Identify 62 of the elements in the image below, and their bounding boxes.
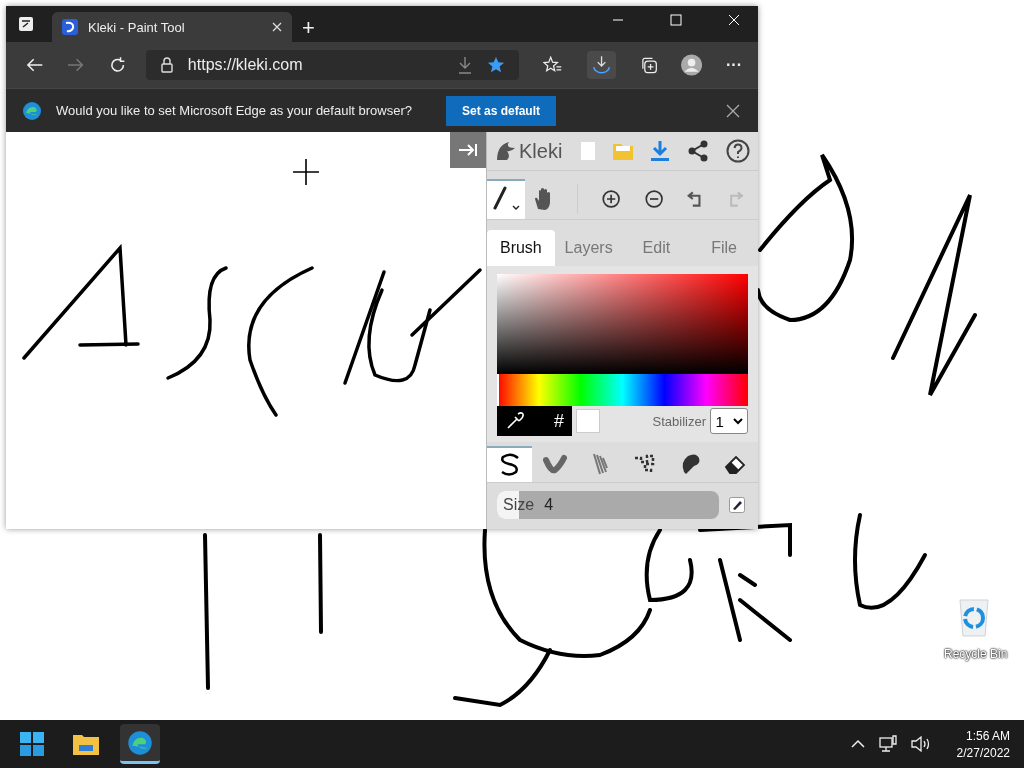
stabilizer-select[interactable]: 1	[710, 408, 748, 434]
recycle-bin-icon[interactable]	[957, 598, 991, 638]
taskbar-app-button[interactable]	[120, 724, 160, 764]
collapse-panel-button[interactable]	[450, 132, 486, 168]
kleki-logo-icon	[495, 140, 517, 162]
stabilizer-label: Stabilizer	[652, 413, 706, 429]
windows-logo-icon	[20, 732, 44, 756]
more-menu-button[interactable]: ···	[726, 56, 742, 74]
set-default-button[interactable]: Set as default	[446, 95, 557, 126]
edge-logo-icon	[127, 729, 153, 756]
address-bar[interactable]: https://kleki.com	[145, 50, 520, 80]
url-text: https://kleki.com	[187, 56, 303, 74]
tab-actions-icon[interactable]	[18, 16, 34, 32]
collections-icon[interactable]	[639, 56, 657, 74]
new-tab-button[interactable]: +	[302, 15, 315, 41]
hex-input-button[interactable]: #	[554, 410, 564, 432]
zoom-in-icon[interactable]	[602, 188, 621, 210]
folder-icon	[73, 733, 99, 755]
zoom-out-icon[interactable]	[644, 188, 663, 210]
crosshair-cursor-icon	[293, 159, 319, 185]
tool-button[interactable]	[487, 179, 526, 219]
star-icon[interactable]	[487, 56, 506, 74]
size-value: 4	[544, 496, 554, 514]
pen-pressure-icon[interactable]	[729, 497, 745, 513]
size-slider[interactable]: Size 4	[497, 491, 719, 519]
help-icon[interactable]	[726, 139, 750, 163]
lock-icon	[159, 57, 174, 73]
saturation-value-picker[interactable]	[497, 274, 748, 374]
pen-stroke-icon	[498, 453, 521, 477]
share-icon[interactable]	[687, 140, 708, 162]
download-icon[interactable]	[651, 141, 670, 161]
tab-title: Kleki - Paint Tool	[88, 19, 186, 35]
clock-time[interactable]: 1:56 AM	[965, 728, 1010, 743]
maximize-icon[interactable]	[670, 14, 682, 26]
desktop-icon-label[interactable]: Recycle Bin	[944, 647, 1008, 661]
refresh-icon[interactable]	[108, 56, 126, 74]
arrow-to-bar-icon	[457, 142, 479, 158]
chevron-down-icon	[732, 417, 743, 425]
secondary-color-swatch[interactable]	[576, 409, 600, 433]
back-icon[interactable]	[26, 57, 44, 73]
chevron-up-icon[interactable]	[850, 739, 865, 749]
panel-tab[interactable]: Brush	[487, 230, 555, 266]
edge-logo-icon	[22, 100, 42, 121]
close-icon[interactable]	[726, 103, 740, 118]
hue-slider[interactable]	[497, 374, 748, 406]
favorites-icon[interactable]	[543, 56, 563, 74]
browser-tab[interactable]: Kleki - Paint Tool	[52, 12, 292, 42]
brush-type-button[interactable]	[487, 446, 533, 482]
eraser-icon	[724, 454, 747, 474]
clock-date[interactable]: 2/27/2022	[956, 745, 1010, 760]
size-label: Size	[503, 496, 535, 514]
speaker-icon[interactable]	[910, 735, 931, 753]
forward-icon[interactable]	[67, 57, 85, 73]
kleki-logo-text: Kleki	[519, 139, 563, 163]
download-icon[interactable]	[457, 56, 474, 74]
network-icon[interactable]	[878, 735, 897, 753]
profile-avatar-icon[interactable]	[680, 54, 703, 76]
blend-stroke-icon	[542, 454, 567, 474]
downloads-icon[interactable]	[586, 51, 616, 79]
eyedropper-icon[interactable]	[505, 411, 525, 431]
infobar-message: Would you like to set Microsoft Edge as your default browser?	[56, 103, 412, 118]
site-logo-icon	[62, 19, 78, 35]
